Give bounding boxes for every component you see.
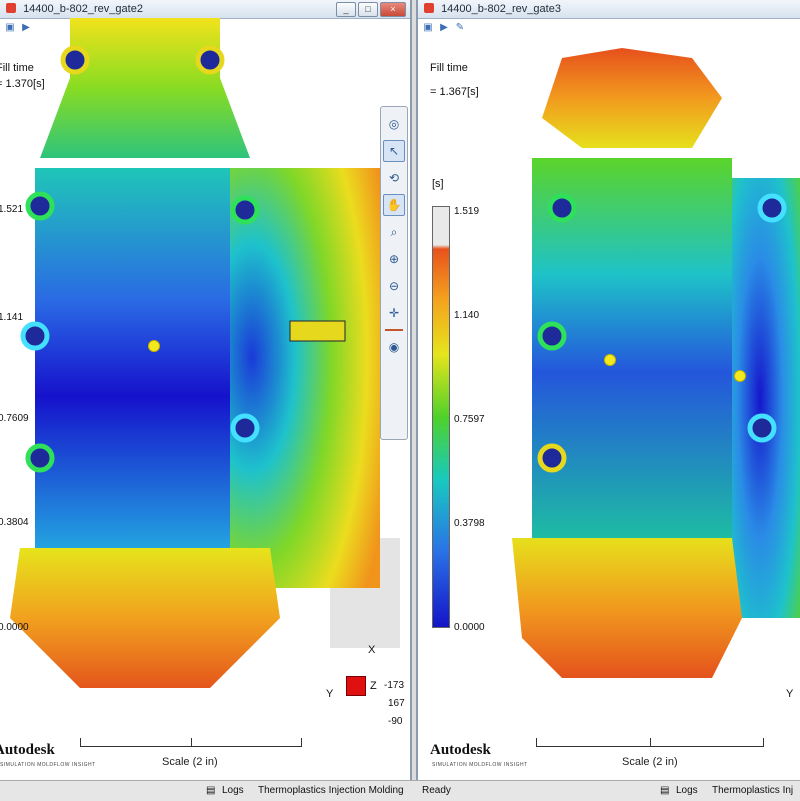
right-scale-label: Scale (2 in): [622, 756, 678, 768]
module-label-left: Thermoplastics Injection Molding: [258, 785, 404, 796]
zoom-icon[interactable]: ⌕: [383, 221, 405, 243]
logs-tab-left[interactable]: Logs: [222, 785, 244, 796]
left-rot-2: 167: [388, 698, 405, 709]
right-brand-sub: SIMULATION MOLDFLOW INSIGHT: [432, 762, 528, 768]
zoom-out-icon[interactable]: ⊖: [383, 275, 405, 297]
left-titlebar[interactable]: 14400_b-802_rev_gate2 _ □ ×: [0, 0, 410, 19]
center-icon[interactable]: ✛: [383, 302, 405, 324]
left-gate-marker: [148, 340, 160, 352]
camera-icon[interactable]: ◉: [383, 336, 405, 358]
module-label-right: Thermoplastics Inj: [712, 785, 794, 796]
right-autodesk-logo: Autodesk: [430, 742, 491, 758]
logs-tab-right[interactable]: Logs: [676, 785, 698, 796]
minimize-button[interactable]: _: [336, 2, 356, 17]
left-tick-3: 0.7609: [0, 413, 29, 424]
right-gate-marker-2: [734, 370, 746, 382]
right-window-title: 14400_b-802_rev_gate3: [441, 3, 561, 15]
left-scale-bar: [80, 738, 302, 747]
right-unit-label: [s]: [432, 178, 444, 190]
left-tick-4: 0.3804: [0, 517, 29, 528]
logs-icon[interactable]: ▤: [660, 785, 669, 796]
view-toolbar[interactable]: ◎ ↖ ⟲ ✋ ⌕ ⊕ ⊖ ✛ ◉: [380, 106, 408, 440]
left-axis-x: X: [368, 644, 376, 656]
left-result-name: Fill time: [0, 62, 34, 74]
toolbar-separator: [385, 329, 403, 331]
moldflow-app-icon: [6, 3, 16, 13]
pan-hand-icon[interactable]: ✋: [383, 194, 405, 216]
left-window-title: 14400_b-802_rev_gate2: [23, 3, 143, 15]
maximize-button[interactable]: □: [358, 2, 378, 17]
logs-icon[interactable]: ▤: [206, 785, 215, 796]
globe-icon[interactable]: ◎: [383, 113, 405, 135]
right-model-view[interactable]: [472, 18, 800, 718]
left-rot-3: -90: [388, 716, 403, 727]
plot-properties-icon[interactable]: ▣: [422, 22, 434, 34]
left-autodesk-logo: Autodesk: [0, 742, 55, 758]
left-tick-5: 0.0000: [0, 622, 29, 633]
ready-status: Ready: [422, 785, 451, 796]
status-bar: ▤ Logs Thermoplastics Injection Molding …: [0, 780, 800, 801]
right-gate-marker-1: [604, 354, 616, 366]
plot-query-icon[interactable]: ✎: [454, 22, 466, 34]
right-result-window[interactable]: 14400_b-802_rev_gate3 ▣ ▶ ✎ Fill time = …: [416, 0, 800, 780]
select-arrow-icon[interactable]: ↖: [383, 140, 405, 162]
left-result-window[interactable]: 14400_b-802_rev_gate2 _ □ × ▣ ▶ ill time…: [0, 0, 412, 780]
right-result-name: Fill time: [430, 62, 468, 74]
left-brand-sub: SIMULATION MOLDFLOW INSIGHT: [0, 762, 96, 768]
left-rot-1: -173: [384, 680, 405, 691]
left-tick-2: 1.141: [0, 312, 24, 323]
left-tick-1: 1.521: [0, 204, 24, 215]
left-axis-cube-icon: [346, 676, 366, 696]
rotate-icon[interactable]: ⟲: [383, 167, 405, 189]
moldflow-app-icon: [424, 3, 434, 13]
right-titlebar[interactable]: 14400_b-802_rev_gate3: [418, 0, 800, 19]
right-axis-y: Y: [786, 688, 794, 700]
left-axis-z: Z: [370, 680, 377, 692]
right-color-legend: [432, 206, 450, 628]
left-scale-label: Scale (2 in): [162, 756, 218, 768]
left-model-view[interactable]: [0, 18, 410, 778]
right-plot-toolbar: ▣ ▶ ✎: [422, 22, 466, 34]
right-scale-bar: [536, 738, 764, 747]
left-axis-y: Y: [326, 688, 334, 700]
close-button[interactable]: ×: [380, 2, 406, 17]
left-result-value: = 1.370[s]: [0, 78, 45, 90]
zoom-in-icon[interactable]: ⊕: [383, 248, 405, 270]
plot-animate-icon[interactable]: ▶: [438, 22, 450, 34]
